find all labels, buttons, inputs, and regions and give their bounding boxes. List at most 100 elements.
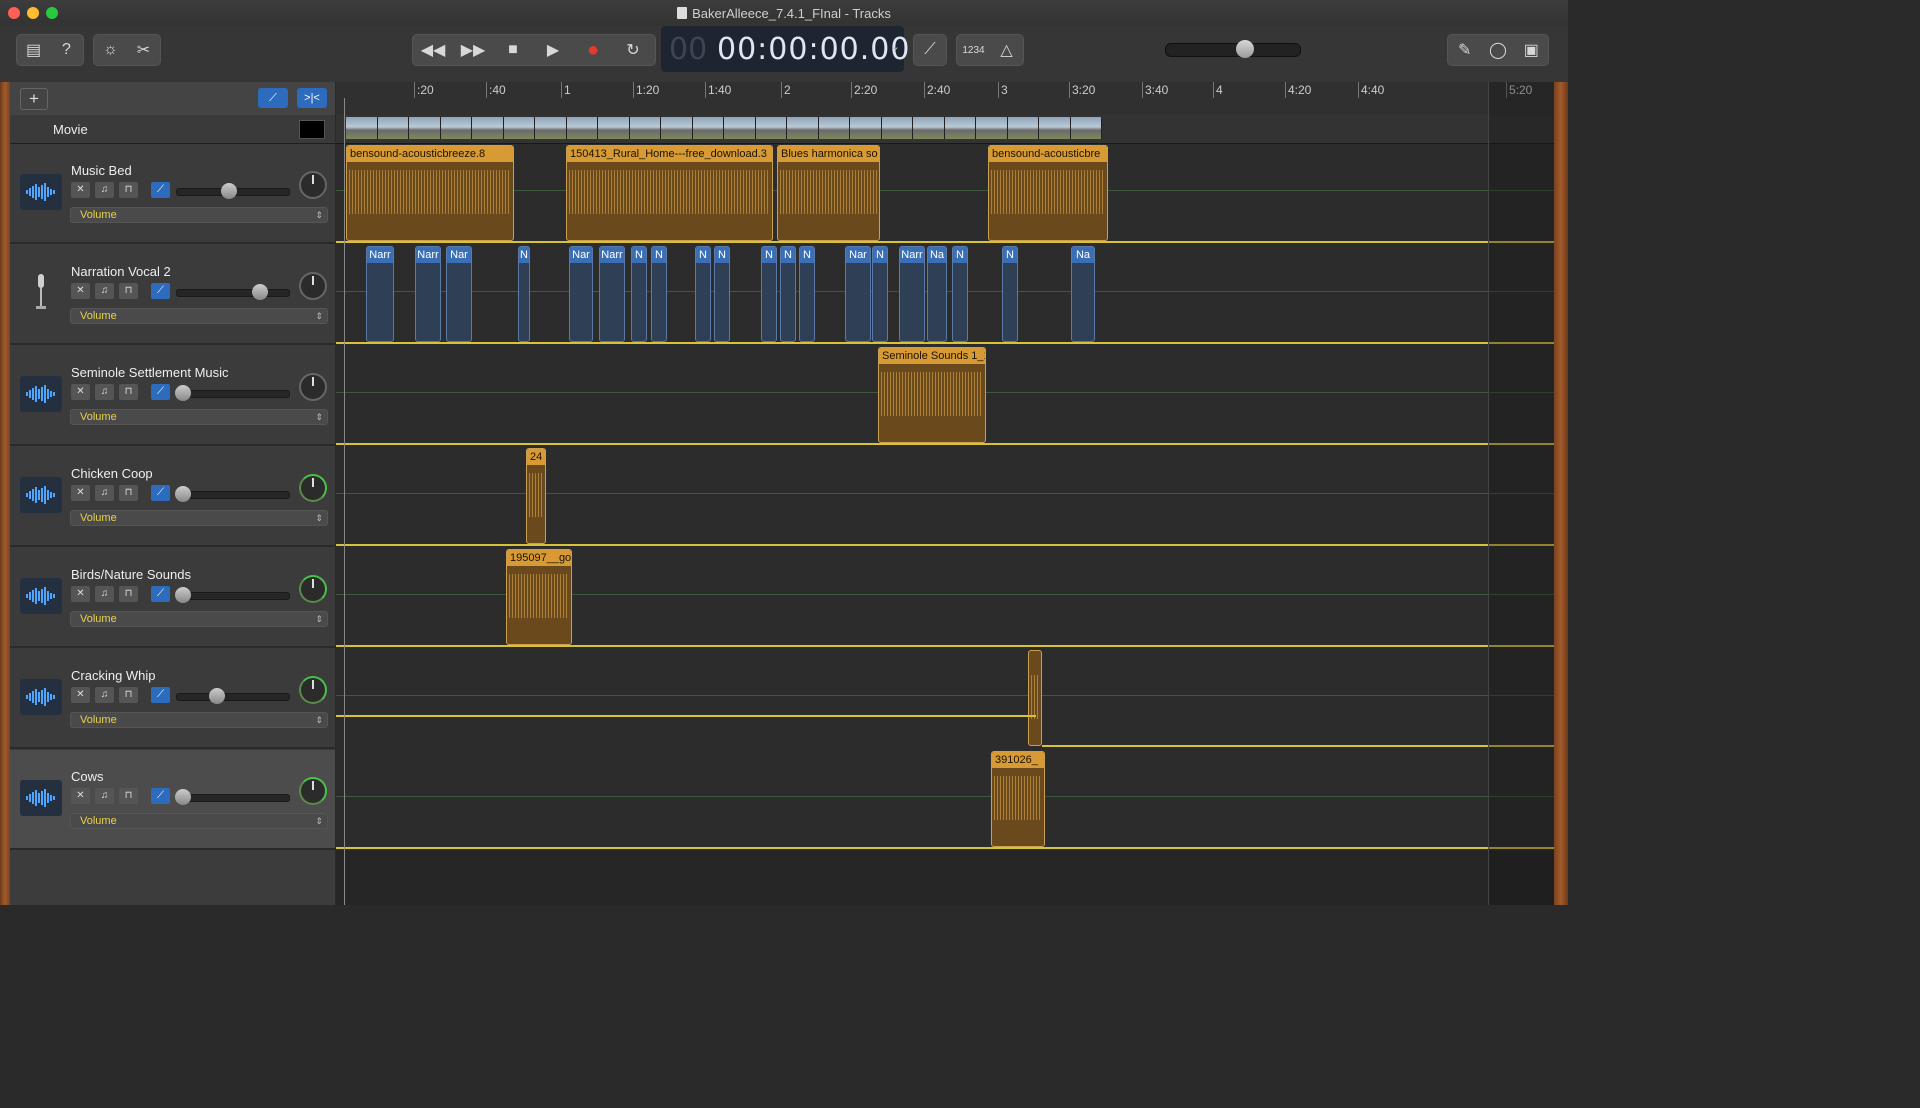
track-lane[interactable]: bensound-acousticbreeze.8 150413_Rural_Ho… bbox=[336, 144, 1554, 246]
track-lane[interactable]: Narr Narr Nar N Nar Narr N N N N N N N Nar N Narr Na N N Na bbox=[336, 245, 1554, 347]
mute-icon[interactable]: ✕ bbox=[71, 586, 90, 602]
vocal-region[interactable]: N bbox=[651, 246, 667, 342]
metronome-icon[interactable]: △ bbox=[990, 35, 1023, 65]
vocal-region[interactable]: N bbox=[952, 246, 968, 342]
automation-menu[interactable]: Volume ⇕ bbox=[70, 611, 328, 627]
audio-region[interactable]: 195097__go bbox=[506, 549, 572, 645]
automation-icon[interactable]: ⟋ bbox=[151, 384, 170, 400]
track-header[interactable]: Narration Vocal 2 ✕ ♫ ⊓ ⟋ Volume ⇕ bbox=[10, 245, 335, 345]
show-automation-button[interactable]: ⟋ bbox=[258, 88, 288, 108]
tuner-icon[interactable]: ⟋ bbox=[914, 35, 946, 65]
track-volume-slider[interactable] bbox=[176, 284, 290, 300]
track-volume-knob[interactable] bbox=[175, 486, 191, 502]
mute-icon[interactable]: ✕ bbox=[71, 384, 90, 400]
vocal-region[interactable]: N bbox=[799, 246, 815, 342]
vocal-region[interactable]: Narr bbox=[899, 246, 925, 342]
audio-region[interactable]: bensound-acousticbre bbox=[988, 145, 1108, 241]
pan-knob[interactable] bbox=[299, 171, 327, 199]
vocal-region[interactable]: N bbox=[518, 246, 530, 342]
pan-knob[interactable] bbox=[299, 272, 327, 300]
lcd-display[interactable]: 00 00:00:00.00 ⌄ bbox=[661, 26, 909, 72]
record-icon[interactable]: ● bbox=[573, 35, 613, 65]
vocal-region[interactable]: Na bbox=[1071, 246, 1095, 342]
flex-button[interactable]: >|< bbox=[297, 88, 327, 108]
vocal-region[interactable]: Nar bbox=[446, 246, 472, 342]
track-volume-knob[interactable] bbox=[175, 789, 191, 805]
master-volume-knob[interactable] bbox=[1236, 40, 1254, 58]
help-icon[interactable]: ? bbox=[50, 35, 83, 65]
vocal-region[interactable]: N bbox=[695, 246, 711, 342]
track-volume-knob[interactable] bbox=[209, 688, 225, 704]
vocal-region[interactable]: N bbox=[780, 246, 796, 342]
vocal-region[interactable]: N bbox=[714, 246, 730, 342]
play-icon[interactable]: ▶ bbox=[533, 35, 573, 65]
smart-controls-icon[interactable]: ☼ bbox=[94, 35, 127, 65]
vocal-region[interactable]: Narr bbox=[415, 246, 441, 342]
automation-icon[interactable]: ⟋ bbox=[151, 586, 170, 602]
audio-region[interactable]: 150413_Rural_Home---free_download.3 bbox=[566, 145, 773, 241]
headphones-icon[interactable]: ♫ bbox=[95, 182, 114, 198]
track-header[interactable]: Music Bed ✕ ♫ ⊓ ⟋ Volume ⇕ bbox=[10, 144, 335, 244]
automation-icon[interactable]: ⟋ bbox=[151, 283, 170, 299]
audio-region[interactable]: 24 bbox=[526, 448, 546, 544]
track-lane[interactable] bbox=[336, 649, 1554, 751]
mute-icon[interactable]: ✕ bbox=[71, 687, 90, 703]
vocal-region[interactable]: Narr bbox=[599, 246, 625, 342]
track-header[interactable]: Chicken Coop ✕ ♫ ⊓ ⟋ Volume ⇕ bbox=[10, 447, 335, 547]
automation-menu[interactable]: Volume ⇕ bbox=[70, 409, 328, 425]
track-volume-knob[interactable] bbox=[221, 183, 237, 199]
headphones-icon[interactable]: ♫ bbox=[95, 283, 114, 299]
headphones-icon[interactable]: ♫ bbox=[95, 384, 114, 400]
library-icon[interactable]: ▤ bbox=[17, 35, 50, 65]
track-lane[interactable]: 391026_ bbox=[336, 750, 1554, 852]
pan-knob[interactable] bbox=[299, 676, 327, 704]
automation-icon[interactable]: ⟋ bbox=[151, 788, 170, 804]
lock-icon[interactable]: ⊓ bbox=[119, 586, 138, 602]
track-header[interactable]: Cows ✕ ♫ ⊓ ⟋ Volume ⇕ bbox=[10, 750, 335, 850]
pan-knob[interactable] bbox=[299, 777, 327, 805]
lock-icon[interactable]: ⊓ bbox=[119, 182, 138, 198]
automation-line[interactable] bbox=[336, 544, 1554, 546]
stop-icon[interactable]: ■ bbox=[493, 35, 533, 65]
cycle-icon[interactable]: ↻ bbox=[613, 35, 653, 65]
automation-line[interactable] bbox=[336, 342, 1554, 344]
automation-icon[interactable]: ⟋ bbox=[151, 687, 170, 703]
master-volume-slider[interactable] bbox=[1165, 40, 1301, 58]
track-volume-knob[interactable] bbox=[175, 587, 191, 603]
automation-icon[interactable]: ⟋ bbox=[151, 485, 170, 501]
playhead[interactable] bbox=[344, 98, 345, 905]
pan-knob[interactable] bbox=[299, 373, 327, 401]
track-volume-knob[interactable] bbox=[175, 385, 191, 401]
lock-icon[interactable]: ⊓ bbox=[119, 788, 138, 804]
automation-icon[interactable]: ⟋ bbox=[151, 182, 170, 198]
track-header[interactable]: Birds/Nature Sounds ✕ ♫ ⊓ ⟋ Volume ⇕ bbox=[10, 548, 335, 648]
audio-region[interactable]: 391026_ bbox=[991, 751, 1045, 847]
vocal-region[interactable]: N bbox=[761, 246, 777, 342]
vocal-region[interactable]: N bbox=[631, 246, 647, 342]
vocal-region[interactable]: Nar bbox=[569, 246, 593, 342]
editors-icon[interactable]: ✂ bbox=[127, 35, 160, 65]
vocal-region[interactable]: N bbox=[872, 246, 888, 342]
headphones-icon[interactable]: ♫ bbox=[95, 687, 114, 703]
automation-line[interactable] bbox=[336, 715, 1036, 717]
automation-line[interactable] bbox=[336, 443, 1554, 445]
tracks-area[interactable]: :20:40 1 1:20 1:40 2 2:20 2:40 3 3:20 3:40 4 4:20 4:… bbox=[336, 82, 1554, 905]
fast-forward-icon[interactable]: ▶▶ bbox=[453, 35, 493, 65]
pan-knob[interactable] bbox=[299, 474, 327, 502]
track-volume-slider[interactable] bbox=[175, 587, 290, 603]
vocal-region[interactable]: Narr bbox=[366, 246, 394, 342]
track-volume-slider[interactable] bbox=[175, 789, 290, 805]
lock-icon[interactable]: ⊓ bbox=[119, 384, 138, 400]
audio-region[interactable]: bensound-acousticbreeze.8 bbox=[346, 145, 514, 241]
vocal-region[interactable]: Na bbox=[927, 246, 947, 342]
automation-menu[interactable]: Volume ⇕ bbox=[70, 510, 328, 526]
headphones-icon[interactable]: ♫ bbox=[95, 485, 114, 501]
automation-menu[interactable]: Volume ⇕ bbox=[70, 712, 328, 728]
lock-icon[interactable]: ⊓ bbox=[119, 283, 138, 299]
track-volume-slider[interactable] bbox=[175, 385, 290, 401]
vocal-region[interactable]: N bbox=[1002, 246, 1018, 342]
track-lane[interactable]: Seminole Sounds 1_1. bbox=[336, 346, 1554, 448]
vocal-region[interactable]: Nar bbox=[845, 246, 871, 342]
movie-thumbnails[interactable] bbox=[346, 117, 1102, 139]
automation-menu[interactable]: Volume ⇕ bbox=[70, 813, 328, 829]
